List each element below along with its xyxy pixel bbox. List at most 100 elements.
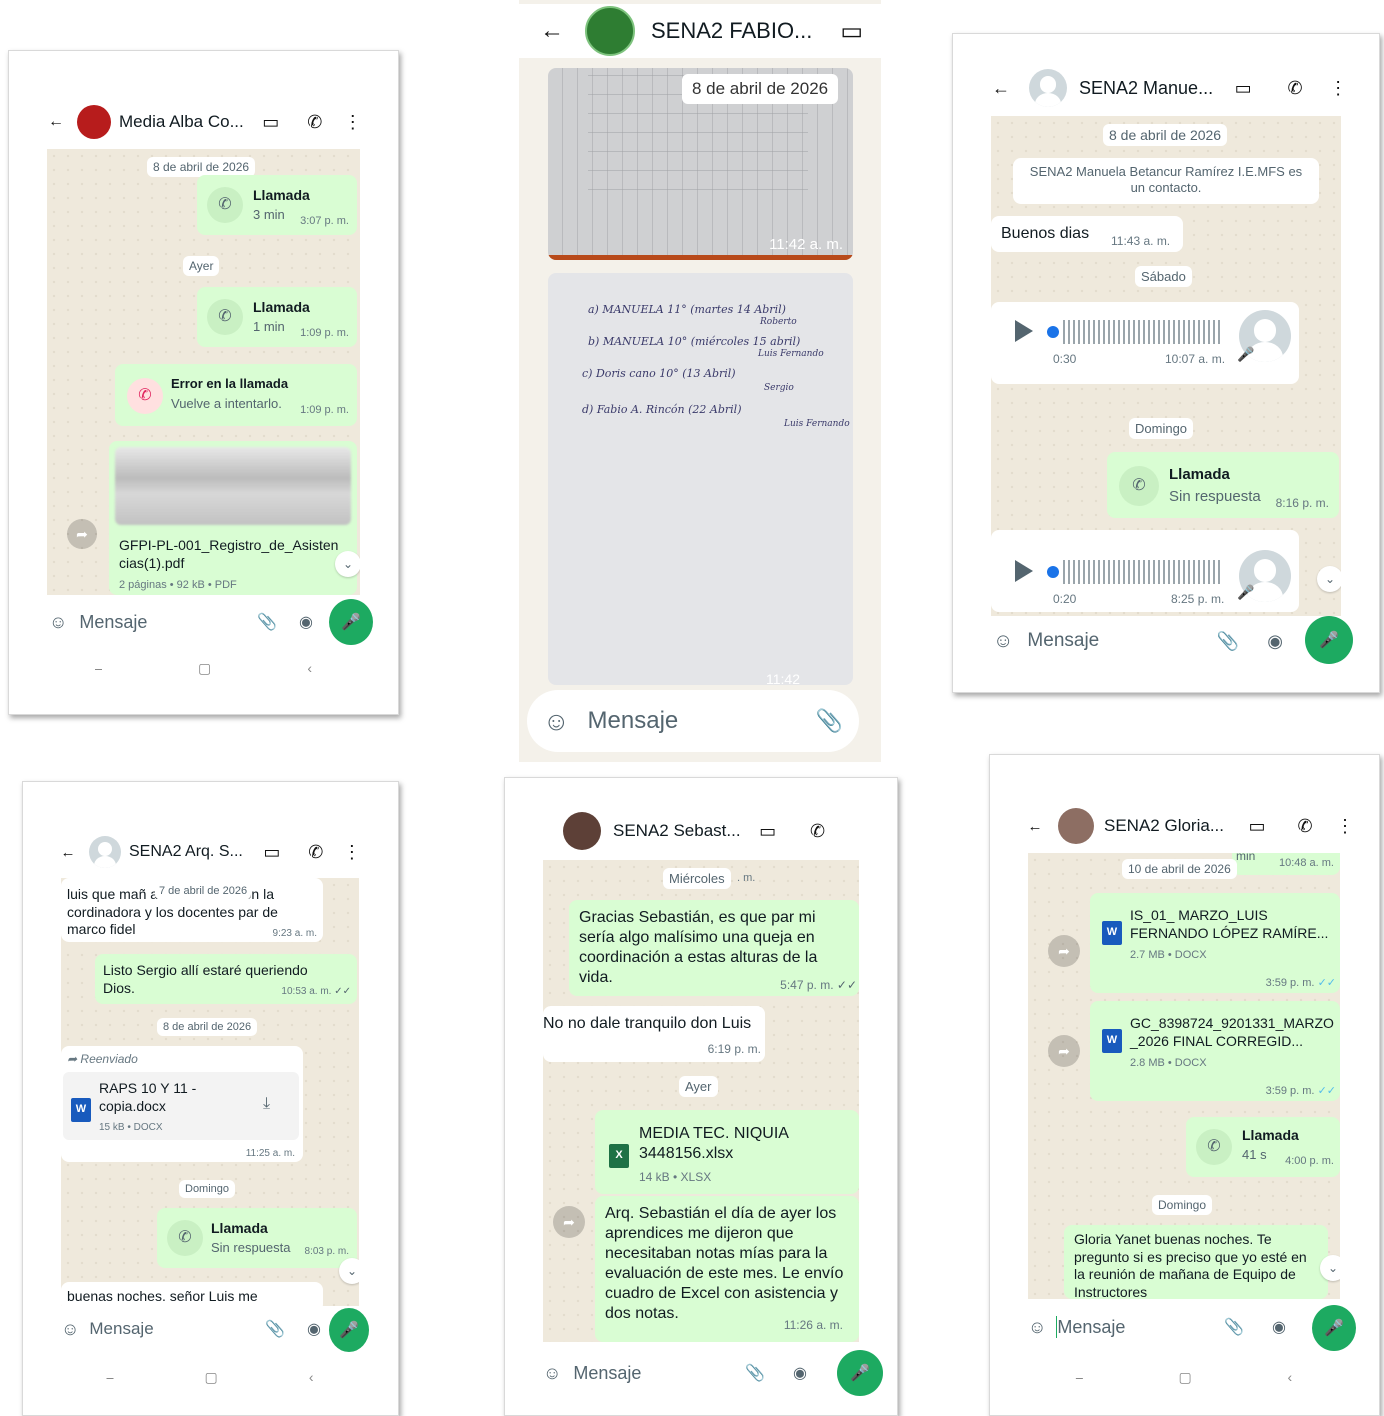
message-input-bar[interactable]: ☺ Mensaje 📎 ◉ bbox=[47, 599, 323, 645]
back-arrow-icon[interactable]: ← bbox=[539, 17, 565, 45]
attach-icon[interactable]: 📎 bbox=[1217, 631, 1239, 652]
forward-icon[interactable]: ➦ bbox=[553, 1206, 585, 1238]
message-bubble[interactable]: Listo Sergio allí estaré queriendo Dios.… bbox=[95, 954, 357, 1004]
message-bubble[interactable]: Arq. Sebastián el día de ayer los aprend… bbox=[595, 1196, 859, 1342]
home-icon[interactable]: ▢ bbox=[205, 1369, 218, 1386]
back-arrow-icon[interactable]: ← bbox=[991, 78, 1011, 99]
sticker-icon[interactable]: ☺ bbox=[543, 706, 570, 737]
camera-icon[interactable]: ◉ bbox=[299, 612, 313, 632]
recents-icon[interactable]: ⎯ bbox=[95, 660, 102, 677]
more-options-icon[interactable]: ⋮ bbox=[343, 842, 361, 863]
image-message-1[interactable]: 8 de abril de 2026 11:42 a. m. bbox=[548, 68, 853, 260]
back-arrow-icon[interactable]: ← bbox=[61, 844, 76, 861]
play-icon[interactable] bbox=[1015, 320, 1033, 342]
attach-icon[interactable]: 📎 bbox=[816, 708, 843, 734]
chat-title[interactable]: SENA2 Gloria... bbox=[1104, 816, 1224, 836]
xlsx-document-bubble[interactable]: X MEDIA TEC. NIQUIA 3448156.xlsx 14 kB •… bbox=[595, 1110, 859, 1194]
camera-icon[interactable]: ◉ bbox=[793, 1363, 807, 1383]
message-input-bar[interactable]: ☺ Mensaje 📎 bbox=[527, 690, 859, 752]
back-nav-icon[interactable]: ‹ bbox=[307, 660, 312, 676]
mic-button[interactable]: 🎤 bbox=[1305, 616, 1353, 664]
message-bubble[interactable]: luis que mañ ara reunirnos con la cordin… bbox=[61, 878, 323, 942]
phone-icon[interactable]: ✆ bbox=[305, 842, 327, 863]
voice-waveform[interactable] bbox=[1063, 560, 1223, 584]
scroll-down-icon[interactable]: ⌄ bbox=[335, 551, 360, 577]
phone-icon[interactable]: ✆ bbox=[1294, 816, 1316, 837]
voice-message[interactable]: 0:20 8:25 p. m. 🎤 bbox=[991, 530, 1299, 612]
mic-button[interactable]: 🎤 bbox=[329, 599, 373, 645]
sticker-icon[interactable]: ☺ bbox=[993, 630, 1013, 653]
scroll-down-icon[interactable]: ⌄ bbox=[1320, 1255, 1340, 1281]
message-bubble[interactable]: buenas noches. señor Luis me bbox=[61, 1282, 323, 1306]
sticker-icon[interactable]: ☺ bbox=[1028, 1317, 1046, 1338]
message-bubble[interactable]: No no dale tranquilo don Luis 6:19 p. m. bbox=[543, 1006, 765, 1062]
forward-icon[interactable]: ➦ bbox=[1048, 935, 1080, 967]
mic-button[interactable]: 🎤 bbox=[837, 1350, 883, 1396]
message-bubble[interactable]: Buenos dias 11:43 a. m. bbox=[991, 216, 1183, 252]
sticker-icon[interactable]: ☺ bbox=[543, 1363, 561, 1384]
phone-icon[interactable]: ✆ bbox=[807, 821, 829, 842]
video-call-icon[interactable]: ▭ bbox=[1231, 78, 1255, 99]
call-bubble[interactable]: ✆ Llamada Sin respuesta 8:16 p. m. bbox=[1107, 452, 1339, 518]
mic-button[interactable]: 🎤 bbox=[329, 1308, 369, 1352]
docx-document-bubble[interactable]: W IS_01_ MARZO_LUIS FERNANDO LÓPEZ RAMÍR… bbox=[1090, 893, 1340, 993]
camera-icon[interactable]: ◉ bbox=[307, 1319, 321, 1339]
call-error-bubble[interactable]: ✆ Error en la llamada Vuelve a intentarl… bbox=[115, 364, 357, 426]
video-call-icon[interactable]: ▭ bbox=[757, 821, 779, 842]
sticker-icon[interactable]: ☺ bbox=[49, 612, 67, 633]
message-bubble[interactable]: Gloria Yanet buenas noches. Te pregunto … bbox=[1064, 1225, 1328, 1299]
home-icon[interactable]: ▢ bbox=[198, 660, 211, 677]
scroll-down-icon[interactable]: ⌄ bbox=[339, 1258, 359, 1284]
attach-icon[interactable]: 📎 bbox=[265, 1319, 285, 1339]
call-bubble[interactable]: ✆ Llamada 41 s 4:00 p. m. bbox=[1186, 1117, 1340, 1177]
mic-button[interactable]: 🎤 bbox=[1312, 1305, 1356, 1351]
chat-title[interactable]: Media Alba Co... bbox=[119, 112, 244, 132]
home-icon[interactable]: ▢ bbox=[1179, 1369, 1192, 1386]
video-call-icon[interactable]: ▭ bbox=[1246, 816, 1268, 837]
voice-waveform[interactable] bbox=[1063, 320, 1223, 344]
chat-title[interactable]: SENA2 Arq. S... bbox=[129, 843, 243, 861]
attach-icon[interactable]: 📎 bbox=[257, 612, 277, 632]
chat-title[interactable]: SENA2 Manue... bbox=[1079, 78, 1213, 99]
play-icon[interactable] bbox=[1015, 560, 1033, 582]
recents-icon[interactable]: ⎯ bbox=[1076, 1369, 1083, 1386]
docx-document-bubble[interactable]: W GC_8398724_9201331_MARZO_2026 FINAL CO… bbox=[1090, 1001, 1340, 1101]
back-nav-icon[interactable]: ‹ bbox=[309, 1369, 314, 1385]
avatar[interactable] bbox=[89, 836, 121, 868]
image-message-2[interactable]: a) MANUELA 11° (martes 14 Abril) Roberto… bbox=[548, 273, 853, 685]
back-arrow-icon[interactable]: ← bbox=[47, 113, 65, 131]
video-call-icon[interactable]: ▭ bbox=[261, 842, 283, 863]
message-input-bar[interactable]: ☺ Mensaje 📎 ◉ bbox=[991, 618, 1297, 664]
call-bubble[interactable]: ✆ Llamada Sin respuesta 8:03 p. m. bbox=[157, 1208, 357, 1268]
sticker-icon[interactable]: ☺ bbox=[61, 1319, 79, 1340]
back-arrow-icon[interactable]: ← bbox=[1028, 818, 1043, 835]
phone-icon[interactable]: ✆ bbox=[1283, 78, 1307, 99]
attach-icon[interactable]: 📎 bbox=[1224, 1317, 1244, 1337]
chat-title[interactable]: SENA2 Sebast... bbox=[613, 821, 741, 841]
avatar[interactable] bbox=[1058, 808, 1094, 844]
call-bubble[interactable]: ✆ Llamada 1 min 1:09 p. m. bbox=[197, 287, 357, 347]
document-card[interactable]: W RAPS 10 Y 11 - copia.docx 15 kB • DOCX… bbox=[63, 1072, 299, 1140]
more-options-icon[interactable]: ⋮ bbox=[1336, 816, 1354, 837]
message-input-bar[interactable]: ☺ Mensaje 📎 ◉ bbox=[543, 1352, 829, 1394]
message-input-bar[interactable]: ☺ Mensaje 📎 ◉ bbox=[61, 1308, 323, 1350]
forward-icon[interactable]: ➦ bbox=[1048, 1035, 1080, 1067]
more-options-icon[interactable]: ⋮ bbox=[1329, 78, 1347, 99]
voice-progress-dot[interactable] bbox=[1047, 566, 1059, 578]
message-bubble-partial[interactable]: min 10:48 a. m. bbox=[1232, 853, 1340, 875]
pdf-document-bubble[interactable]: GFPI-PL-001_Registro_de_Asistencias(1).p… bbox=[109, 441, 357, 595]
voice-message[interactable]: 0:30 10:07 a. m. 🎤 bbox=[991, 302, 1299, 384]
voice-progress-dot[interactable] bbox=[1047, 326, 1059, 338]
chat-title[interactable]: SENA2 FABIO... bbox=[651, 18, 812, 44]
recents-icon[interactable]: ⎯ bbox=[107, 1369, 114, 1386]
avatar[interactable] bbox=[585, 6, 635, 56]
avatar[interactable] bbox=[563, 812, 601, 850]
message-input-bar[interactable]: ☺ Mensaje 📎 ◉ bbox=[1028, 1305, 1300, 1349]
more-options-icon[interactable]: ⋮ bbox=[344, 112, 362, 133]
video-call-icon[interactable]: ▭ bbox=[260, 112, 282, 133]
download-icon[interactable]: ⤓ bbox=[263, 1094, 270, 1114]
forwarded-doc-bubble[interactable]: ➦ Reenviado W RAPS 10 Y 11 - copia.docx … bbox=[61, 1046, 303, 1162]
call-bubble[interactable]: ✆ Llamada 3 min 3:07 p. m. bbox=[197, 175, 357, 235]
forward-icon[interactable]: ➦ bbox=[67, 519, 97, 549]
phone-icon[interactable]: ✆ bbox=[304, 112, 326, 133]
